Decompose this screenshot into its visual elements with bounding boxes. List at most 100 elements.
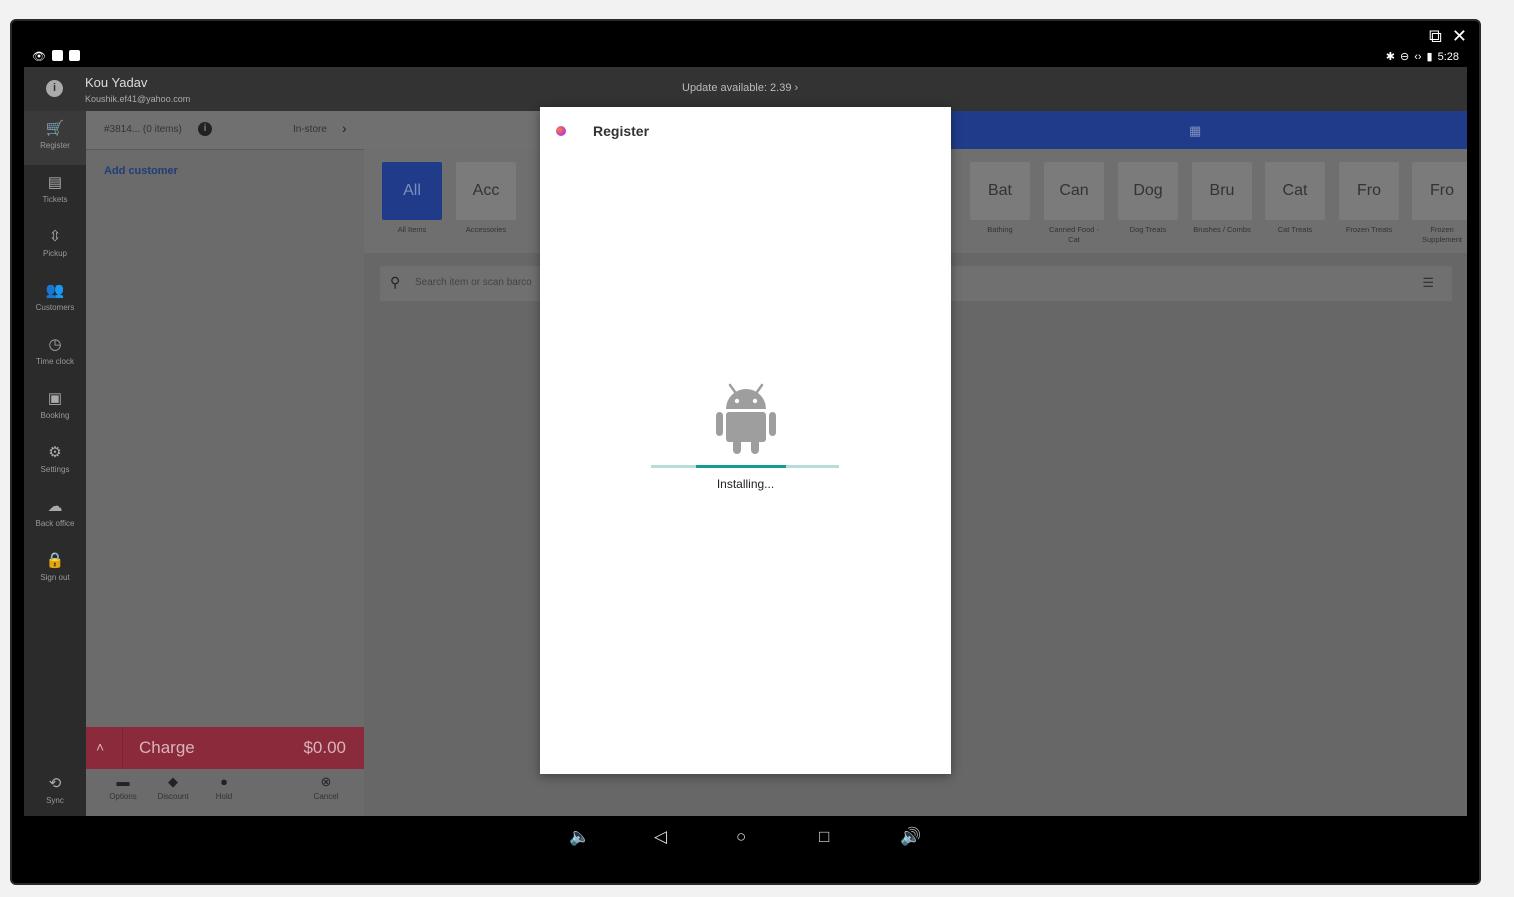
chevron-right-icon[interactable]: › — [342, 120, 347, 136]
top-bar: i Kou Yadav Koushik.ef41@yahoo.com Updat… — [24, 67, 1467, 111]
info-icon[interactable]: i — [46, 80, 63, 97]
category-tile: Can — [1044, 162, 1104, 220]
hold-button[interactable]: ● Hold — [199, 774, 249, 802]
sidebar-item-settings[interactable]: ⚙ Settings — [24, 435, 86, 489]
category-label: Dog Treats — [1129, 225, 1167, 234]
eye-icon: 👁 — [32, 51, 46, 63]
cloud-icon: ☁ — [47, 498, 63, 515]
recents-icon[interactable]: □ — [819, 827, 829, 847]
status-time: 5:28 — [1437, 50, 1459, 63]
sidebar: 🛒 Register ▤ Tickets ⇳ Pickup 👥 Customer… — [24, 111, 86, 816]
sidebar-item-label: Pickup — [42, 249, 67, 258]
clock-icon: ◷ — [48, 336, 62, 353]
charge-amount: $0.00 — [303, 738, 346, 757]
sidebar-item-pickup[interactable]: ⇳ Pickup — [24, 219, 86, 273]
options-button[interactable]: ▬ Options — [98, 775, 148, 802]
category-cat-treats[interactable]: Cat Cat Treats — [1265, 162, 1325, 235]
sync-icon: ⟲ — [48, 775, 62, 792]
volume-up-icon[interactable]: 🔊 — [900, 827, 921, 847]
layout-toggle-bar[interactable] — [950, 111, 1467, 149]
close-icon[interactable]: ✕ — [1452, 27, 1467, 45]
cancel-button[interactable]: ⊗ Cancel — [301, 774, 351, 802]
chevron-up-icon[interactable]: ˄ — [96, 739, 104, 755]
discount-button[interactable]: ◆ Discount — [148, 774, 198, 802]
category-brushes-combs[interactable]: Bru Brushes / Combs — [1192, 162, 1252, 235]
category-label: Frozen Treats — [1345, 225, 1393, 234]
pickup-icon: ⇳ — [48, 228, 62, 245]
category-tile: Fro — [1339, 162, 1399, 220]
order-actions: ▬ Options ◆ Discount ● Hold ⊗ Cancel — [86, 769, 364, 816]
android-nav-bar: 🔈 ◁ ○ □ 🔊 — [24, 816, 1467, 858]
category-tile: Cat — [1265, 162, 1325, 220]
category-dog-treats[interactable]: Dog Dog Treats — [1118, 162, 1178, 235]
category-tile: Bru — [1192, 162, 1252, 220]
sidebar-item-label: Time clock — [36, 357, 74, 366]
back-icon[interactable]: ◁ — [654, 827, 667, 847]
bluetooth-icon: ✱ — [1385, 51, 1395, 63]
sidebar-item-label: Back office — [35, 519, 75, 528]
home-icon[interactable]: ○ — [736, 827, 746, 847]
dnd-icon: ⊖ — [1399, 51, 1410, 63]
sidebar-item-time-clock[interactable]: ◷ Time clock — [24, 327, 86, 381]
filter-icon[interactable]: ☰ — [1422, 275, 1434, 291]
category-label: Brushes / Combs — [1193, 225, 1251, 234]
battery-icon: ▮ — [1426, 51, 1433, 63]
tag-icon: ◆ — [168, 774, 178, 789]
sidebar-item-label: Settings — [40, 465, 70, 474]
customers-icon: 👥 — [45, 282, 65, 299]
category-tile: Dog — [1118, 162, 1178, 220]
search-icon: ⚲ — [390, 274, 401, 290]
volume-down-icon[interactable]: 🔈 — [569, 827, 590, 847]
sidebar-item-back-office[interactable]: ☁ Back office — [24, 489, 86, 543]
category-canned-food-cat[interactable]: Can Canned Food - Cat — [1044, 162, 1104, 245]
android-icon — [716, 383, 776, 454]
order-info-icon[interactable]: i — [198, 122, 212, 136]
cancel-label: Cancel — [313, 792, 339, 801]
sidebar-item-sign-out[interactable]: 🔒 Sign out — [24, 543, 86, 597]
order-panel: #3814... (0 items) i In-store › Add cust… — [86, 111, 364, 816]
sidebar-item-label: Register — [40, 141, 70, 150]
sidebar-item-customers[interactable]: 👥 Customers — [24, 273, 86, 327]
search-input[interactable]: Search item or scan barco — [415, 277, 532, 288]
order-number: #3814... (0 items) — [104, 124, 182, 135]
sidebar-item-label: Tickets — [42, 195, 68, 204]
cart-icon: 🛒 — [45, 120, 65, 137]
install-dialog: Register Installing... — [540, 107, 951, 774]
category-frozen-treats[interactable]: Fro Frozen Treats — [1339, 162, 1399, 235]
sync-label: Sync — [46, 796, 64, 805]
grid-icon[interactable]: ▦ — [1189, 123, 1201, 139]
gear-icon: ⚙ — [48, 444, 62, 461]
android-screen: 👁 ✱ ⊖ ‹› ▮ 5:28 i Kou Yadav Koushik.ef41… — [24, 46, 1467, 858]
sidebar-item-register[interactable]: 🛒 Register — [24, 111, 86, 165]
category-label: Canned Food - Cat — [1048, 225, 1100, 244]
add-customer-button[interactable]: Add customer — [104, 165, 178, 177]
pause-icon: ● — [220, 774, 228, 789]
discount-label: Discount — [157, 792, 189, 801]
category-label: Cat Treats — [1277, 225, 1313, 234]
tickets-icon: ▤ — [47, 174, 63, 191]
category-accessories[interactable]: Acc Accessories — [456, 162, 516, 235]
update-available-link[interactable]: Update available: 2.39 › — [682, 82, 798, 94]
status-bar: 👁 ✱ ⊖ ‹› ▮ 5:28 — [24, 46, 1467, 67]
category-tile: All — [382, 162, 442, 220]
notification-icon — [51, 50, 63, 61]
charge-button[interactable]: ˄ Charge $0.00 — [86, 727, 364, 769]
order-header: #3814... (0 items) i In-store › — [86, 111, 364, 150]
order-mode[interactable]: In-store — [293, 124, 327, 135]
calendar-icon: ▣ — [47, 390, 63, 407]
category-all[interactable]: All All Items — [382, 162, 442, 235]
category-bathing[interactable]: Bat Bathing — [970, 162, 1030, 235]
charge-divider — [122, 727, 123, 769]
category-tile: Acc — [456, 162, 516, 220]
sidebar-item-label: Customers — [35, 303, 75, 312]
sync-button[interactable]: ⟲ Sync — [24, 766, 86, 805]
sidebar-item-tickets[interactable]: ▤ Tickets — [24, 165, 86, 219]
app-icon — [556, 126, 566, 136]
sidebar-item-booking[interactable]: ▣ Booking — [24, 381, 86, 435]
notification-icon — [68, 50, 80, 61]
sidebar-item-label: Sign out — [40, 573, 70, 582]
cancel-icon: ⊗ — [320, 774, 332, 789]
popout-icon[interactable]: ⧉ — [1429, 27, 1442, 45]
dialog-title: Register — [593, 123, 650, 139]
category-frozen-supplement[interactable]: Fro Frozen Supplement — [1412, 162, 1467, 245]
